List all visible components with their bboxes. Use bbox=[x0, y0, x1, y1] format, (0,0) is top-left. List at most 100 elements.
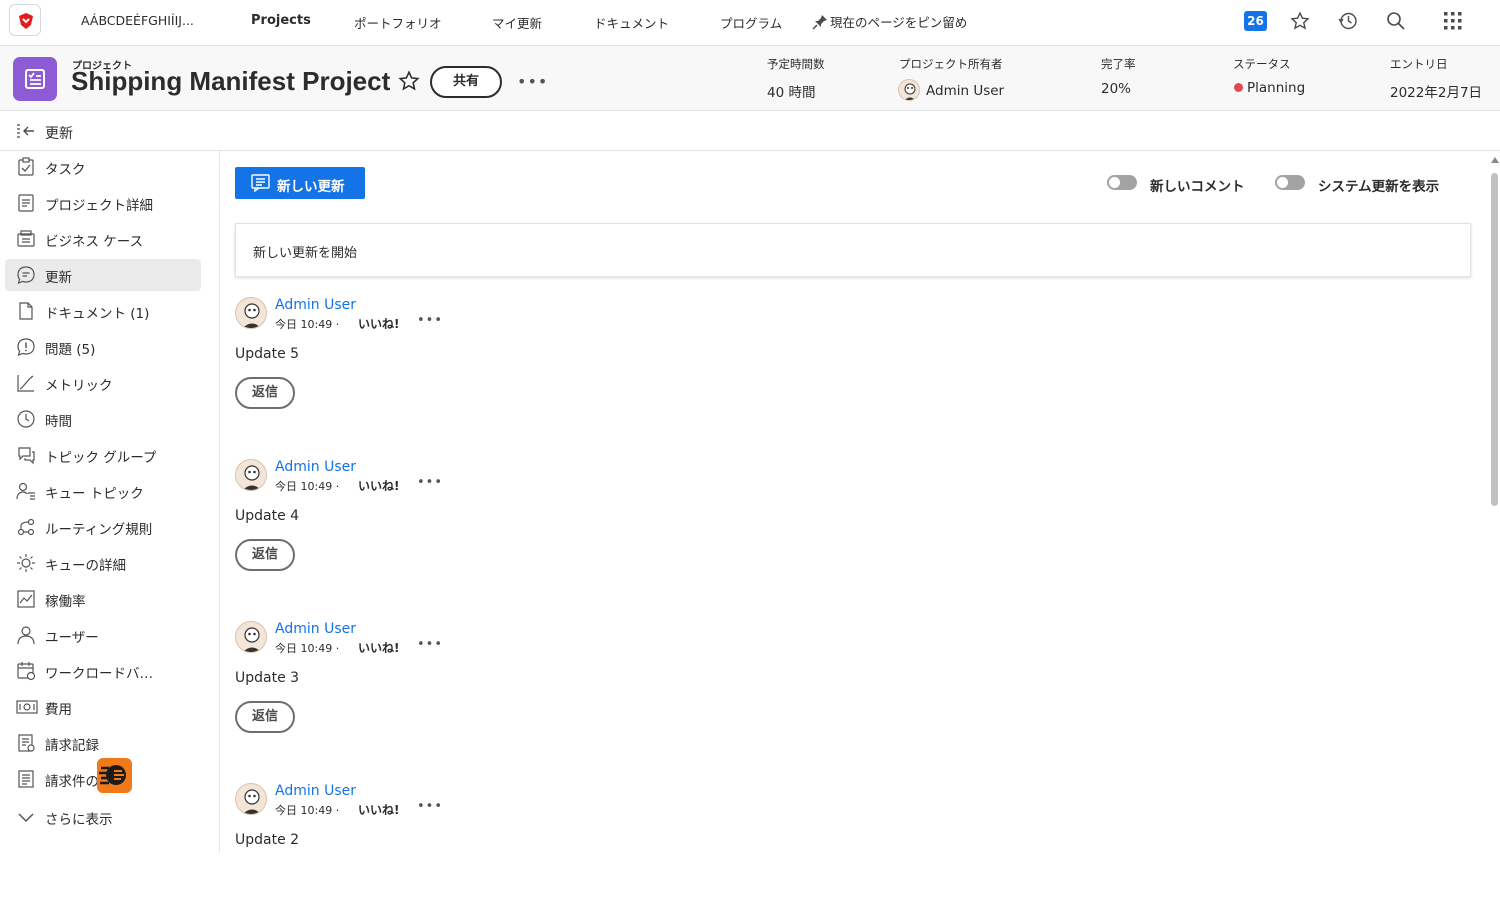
new-update-icon bbox=[251, 174, 270, 192]
update-author[interactable]: Admin User bbox=[275, 621, 356, 637]
more-options-button[interactable]: ••• bbox=[517, 72, 548, 91]
sidebar-item-billing-records[interactable]: 請求記録 bbox=[5, 727, 201, 759]
update-item: Admin User 今日 10:49 · いいね! ••• Update 4 … bbox=[235, 459, 835, 599]
avatar[interactable] bbox=[235, 783, 267, 815]
like-button[interactable]: いいね! bbox=[358, 477, 399, 494]
reply-button[interactable]: 返信 bbox=[235, 377, 295, 409]
planned-hours-value[interactable]: 40 時間 bbox=[767, 81, 815, 101]
collapse-sidebar-icon[interactable] bbox=[16, 123, 36, 139]
sidebar: タスク プロジェクト詳細 ビジネス ケース 更新 ドキュメント (1) 問題 (… bbox=[0, 151, 220, 853]
app-title[interactable]: AÁBCDEÉFGHIÍIJ... bbox=[81, 13, 194, 28]
system-updates-label: システム更新を表示 bbox=[1318, 179, 1440, 195]
metric-icon bbox=[17, 375, 34, 392]
owner-name: Admin User bbox=[926, 83, 1005, 99]
share-button[interactable]: 共有 bbox=[430, 66, 502, 98]
update-more-button[interactable]: ••• bbox=[417, 313, 443, 328]
like-button[interactable]: いいね! bbox=[358, 801, 399, 818]
nav-my-updates[interactable]: マイ更新 bbox=[492, 13, 542, 32]
sidebar-item-label: 時間 bbox=[45, 414, 72, 430]
sidebar-item-workload[interactable]: ワークロードバ… bbox=[5, 655, 201, 687]
sidebar-item-users[interactable]: ユーザー bbox=[5, 619, 201, 651]
nav-programs[interactable]: プログラム bbox=[720, 13, 782, 32]
sidebar-item-costs[interactable]: 費用 bbox=[5, 691, 201, 723]
sidebar-item-queue-topics[interactable]: キュー トピック bbox=[5, 475, 201, 507]
app-grid-icon[interactable] bbox=[1443, 11, 1463, 31]
planned-hours-label: 予定時間数 bbox=[767, 57, 825, 71]
owner-value[interactable]: Admin User bbox=[898, 79, 1004, 101]
clock-icon bbox=[17, 410, 35, 428]
update-text: Update 3 bbox=[235, 670, 300, 686]
sidebar-item-project-details[interactable]: プロジェクト詳細 bbox=[5, 187, 201, 219]
update-author[interactable]: Admin User bbox=[275, 459, 356, 475]
new-update-placeholder: 新しい更新を開始 bbox=[253, 246, 358, 261]
top-navigation: AÁBCDEÉFGHIÍIJ... Projects ポートフォリオ マイ更新 … bbox=[0, 0, 1500, 46]
avatar[interactable] bbox=[235, 459, 267, 491]
sidebar-item-label: キューの詳細 bbox=[45, 558, 126, 574]
user-icon bbox=[17, 626, 35, 645]
sidebar-item-label: トピック グループ bbox=[45, 450, 157, 466]
project-header: プロジェクト Shipping Manifest Project 共有 ••• … bbox=[0, 46, 1500, 111]
update-more-button[interactable]: ••• bbox=[417, 799, 443, 814]
pin-page-button[interactable]: 現在のページをピン留め bbox=[812, 12, 967, 31]
owner-avatar bbox=[898, 79, 920, 101]
update-item: Admin User 今日 10:49 · いいね! ••• Update 2 bbox=[235, 783, 835, 923]
sidebar-item-issues[interactable]: 問題 (5) bbox=[5, 331, 201, 363]
project-title[interactable]: Shipping Manifest Project bbox=[71, 66, 390, 97]
nav-documents[interactable]: ドキュメント bbox=[594, 13, 669, 32]
update-time: 今日 10:49 · bbox=[275, 804, 340, 817]
floating-mascot-icon[interactable] bbox=[97, 758, 132, 793]
search-icon[interactable] bbox=[1386, 11, 1406, 31]
status-value[interactable]: Planning bbox=[1234, 80, 1305, 96]
update-item: Admin User 今日 10:49 · いいね! ••• Update 3 … bbox=[235, 621, 835, 761]
chat-icon bbox=[17, 266, 35, 284]
update-author[interactable]: Admin User bbox=[275, 783, 356, 799]
update-author[interactable]: Admin User bbox=[275, 297, 356, 313]
entry-date-value[interactable]: 2022年2月7日 bbox=[1390, 81, 1482, 101]
notification-badge[interactable]: 26 bbox=[1244, 11, 1267, 31]
sidebar-item-queue-details[interactable]: キューの詳細 bbox=[5, 547, 201, 579]
sidebar-item-business-case[interactable]: ビジネス ケース bbox=[5, 223, 201, 255]
scroll-up-arrow-icon[interactable] bbox=[1491, 157, 1499, 163]
update-text: Update 2 bbox=[235, 832, 300, 848]
avatar[interactable] bbox=[235, 621, 267, 653]
update-text: Update 4 bbox=[235, 508, 300, 524]
sidebar-item-hours[interactable]: 時間 bbox=[5, 403, 201, 435]
new-update-button[interactable]: 新しい更新 bbox=[235, 167, 365, 199]
sidebar-item-routing-rules[interactable]: ルーティング規則 bbox=[5, 511, 201, 543]
reply-button[interactable]: 返信 bbox=[235, 701, 295, 733]
like-button[interactable]: いいね! bbox=[358, 639, 399, 656]
utilization-icon bbox=[17, 590, 35, 608]
update-more-button[interactable]: ••• bbox=[417, 637, 443, 652]
percent-complete-label: 完了率 bbox=[1101, 57, 1136, 71]
nav-portfolio[interactable]: ポートフォリオ bbox=[354, 13, 442, 32]
favorite-star-icon[interactable] bbox=[398, 70, 420, 92]
business-case-icon bbox=[17, 230, 35, 247]
update-time: 今日 10:49 · bbox=[275, 480, 340, 493]
sidebar-item-label: さらに表示 bbox=[45, 812, 113, 828]
update-more-button[interactable]: ••• bbox=[417, 475, 443, 490]
like-button[interactable]: いいね! bbox=[358, 315, 399, 332]
scrollbar[interactable] bbox=[1489, 151, 1500, 853]
reply-button[interactable]: 返信 bbox=[235, 539, 295, 571]
new-comments-toggle[interactable] bbox=[1107, 175, 1137, 190]
avatar[interactable] bbox=[235, 297, 267, 329]
updates-panel: 新しい更新 新しいコメント システム更新を表示 新しい更新を開始 Admin U… bbox=[221, 151, 1489, 853]
nav-projects[interactable]: Projects bbox=[251, 13, 311, 28]
system-updates-toggle[interactable] bbox=[1275, 175, 1305, 190]
history-icon[interactable] bbox=[1338, 11, 1358, 31]
sidebar-show-more[interactable]: さらに表示 bbox=[5, 801, 201, 833]
sidebar-item-metrics[interactable]: メトリック bbox=[5, 367, 201, 399]
sidebar-item-label: ビジネス ケース bbox=[45, 234, 144, 250]
sidebar-item-topic-groups[interactable]: トピック グループ bbox=[5, 439, 201, 471]
routing-icon bbox=[17, 518, 35, 536]
percent-complete-value[interactable]: 20% bbox=[1101, 81, 1131, 97]
sidebar-item-tasks[interactable]: タスク bbox=[5, 151, 201, 183]
favorites-star-icon[interactable] bbox=[1290, 11, 1310, 31]
sidebar-item-utilization[interactable]: 稼働率 bbox=[5, 583, 201, 615]
sidebar-item-documents[interactable]: ドキュメント (1) bbox=[5, 295, 201, 327]
update-time: 今日 10:49 · bbox=[275, 642, 340, 655]
sidebar-item-updates[interactable]: 更新 bbox=[5, 259, 201, 291]
scrollbar-thumb[interactable] bbox=[1491, 173, 1498, 506]
app-logo-icon[interactable] bbox=[9, 4, 41, 36]
new-update-input[interactable]: 新しい更新を開始 bbox=[235, 223, 1471, 277]
